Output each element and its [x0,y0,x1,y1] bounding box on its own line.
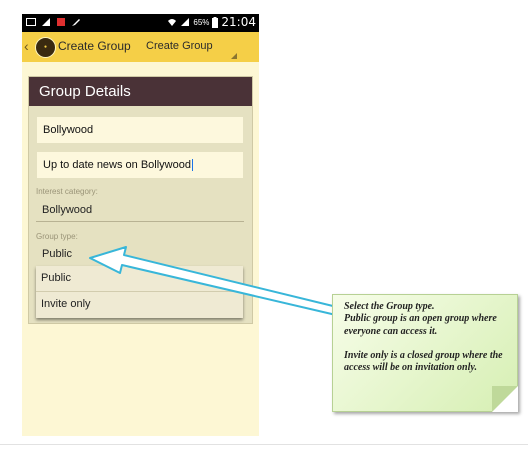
callout-line-3: Invite only is a closed group where the … [344,349,503,374]
callout-line-1: Select the Group type. [344,301,435,312]
callout-line-2: Public group is an open group where ever… [344,313,497,337]
callout-text: Select the Group type. Public group is a… [344,301,514,386]
callout-note: Select the Group type. Public group is a… [332,294,518,412]
page-fold-corner [492,386,518,412]
callout-arrow-shape [89,246,338,316]
